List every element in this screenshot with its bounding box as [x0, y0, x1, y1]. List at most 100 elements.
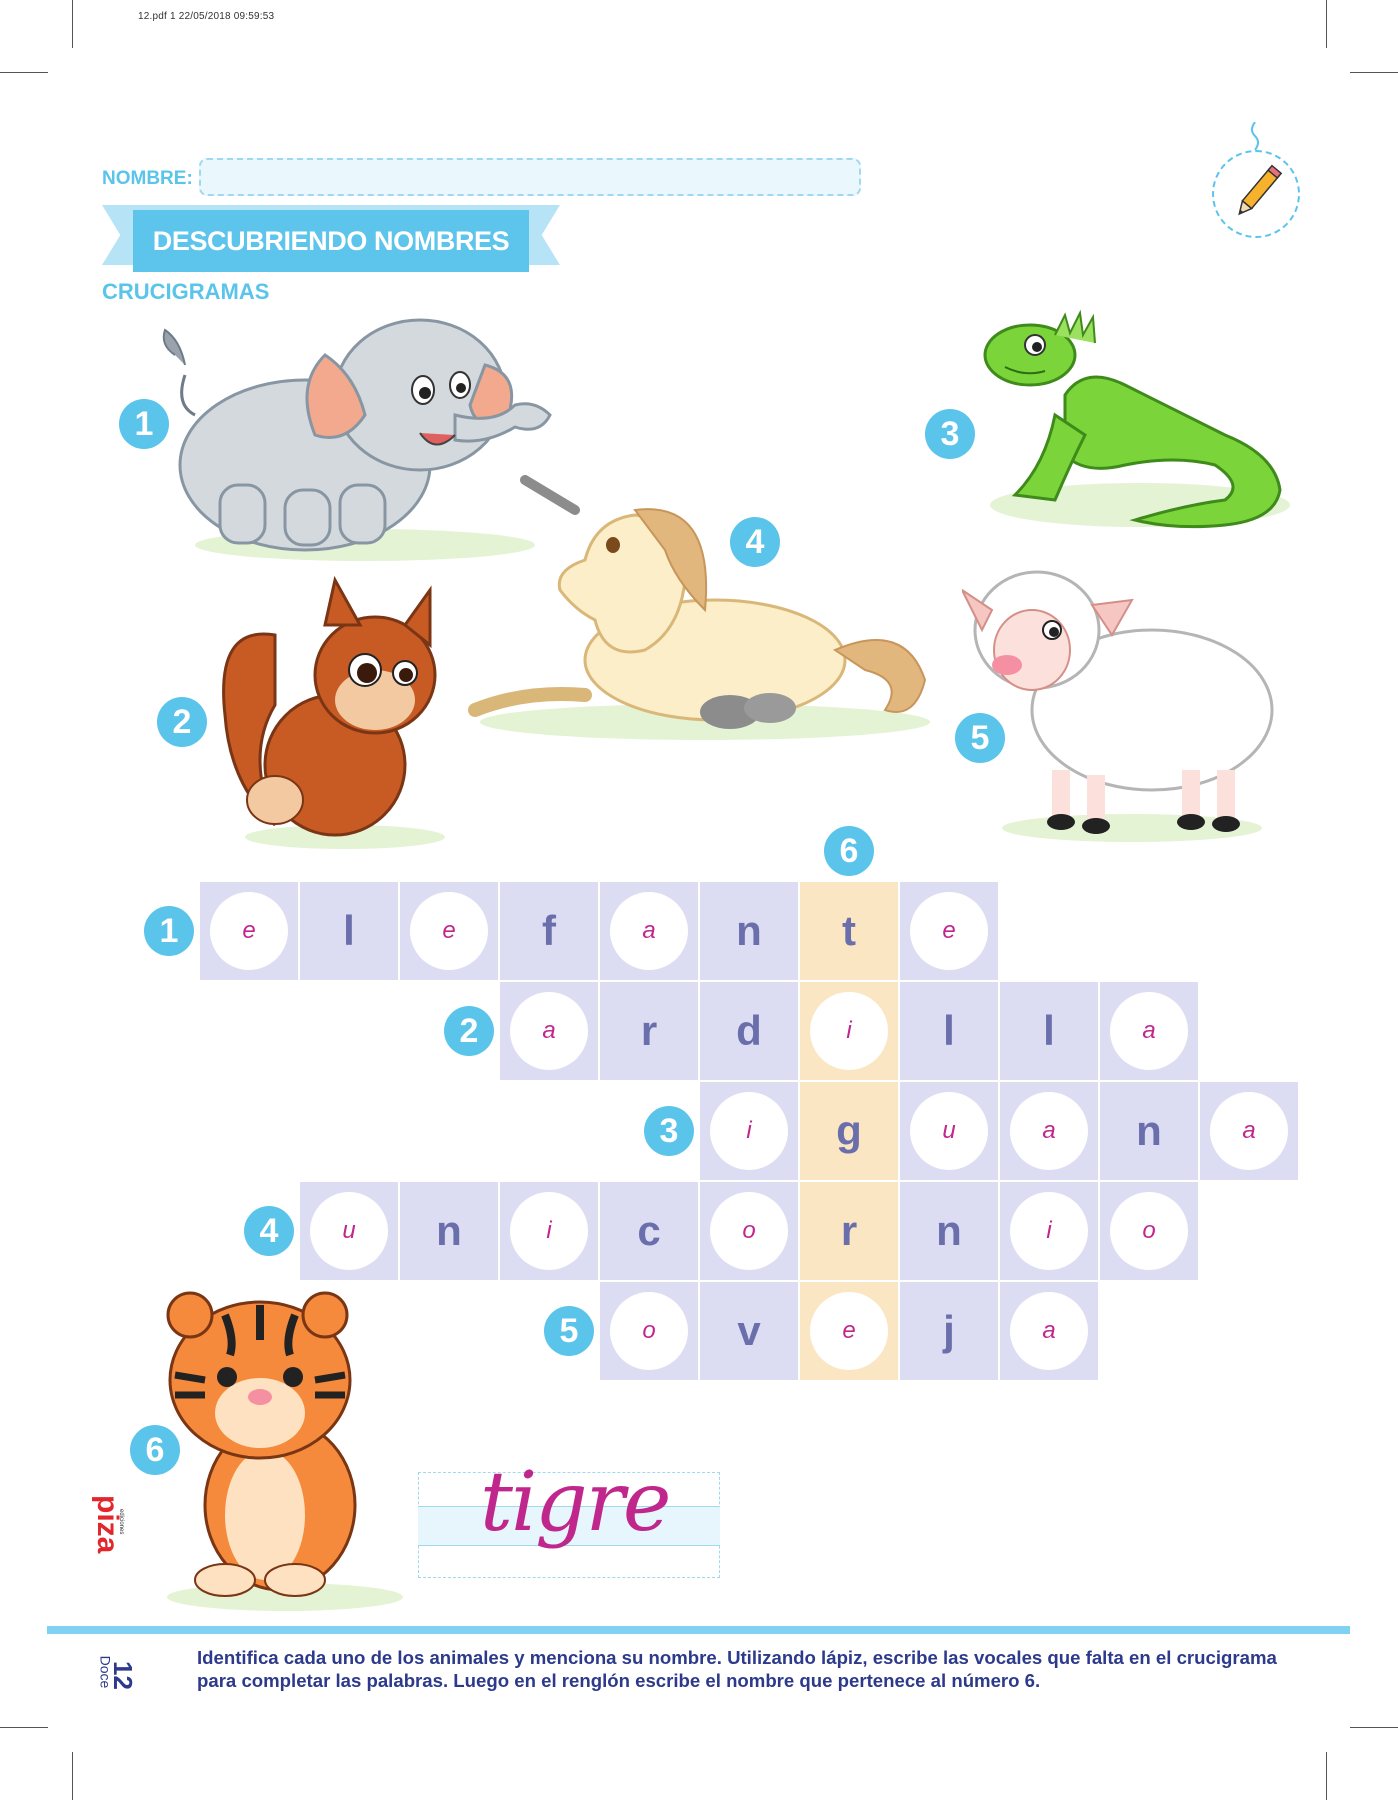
answer-text: tigre	[480, 1455, 671, 1550]
crossword-cell[interactable]: o	[1100, 1182, 1198, 1280]
animal-number-badge: 1	[119, 399, 169, 449]
crossword-letter: l	[1043, 1007, 1055, 1054]
crossword-cell[interactable]: a	[1100, 982, 1198, 1080]
crossword-vowel: a	[542, 1017, 556, 1044]
crossword-cell[interactable]: u	[900, 1082, 998, 1180]
crossword-cell[interactable]: e	[400, 882, 498, 980]
crossword-letter: n	[936, 1207, 962, 1254]
animal-number-badge: 3	[925, 409, 975, 459]
footer-divider	[47, 1626, 1350, 1634]
crossword-cell[interactable]: a	[500, 982, 598, 1080]
pencil-icon	[1238, 164, 1283, 216]
crossword-vowel: e	[842, 1317, 856, 1344]
crossword-cell[interactable]: i	[700, 1082, 798, 1180]
crossword-vowel: a	[642, 917, 656, 944]
crossword-cell[interactable]: e	[800, 1282, 898, 1380]
crossword-vowel: e	[942, 917, 956, 944]
crossword-cell: r	[800, 1182, 898, 1280]
crossword-letter: l	[343, 907, 355, 954]
crop-mark	[1350, 1727, 1398, 1728]
crossword-letter: n	[1136, 1107, 1162, 1154]
crossword-vowel: o	[642, 1317, 656, 1344]
crossword-vowel: a	[1242, 1117, 1256, 1144]
crossword-cell: l	[1000, 982, 1098, 1080]
crossword-vowel: u	[942, 1117, 956, 1144]
crossword-cell[interactable]: u	[300, 1182, 398, 1280]
crossword-cell[interactable]: a	[1000, 1282, 1098, 1380]
instructions-text: Identifica cada uno de los animales y me…	[197, 1647, 1277, 1691]
crossword-cell: v	[700, 1282, 798, 1380]
crossword-cell: j	[900, 1282, 998, 1380]
animal-number-badge: 6	[130, 1425, 180, 1475]
crossword-vowel: a	[1142, 1017, 1156, 1044]
pencil-string	[1251, 122, 1259, 151]
unicorn-illustration	[468, 475, 930, 740]
file-stamp: 12.pdf 1 22/05/2018 09:59:53	[138, 11, 275, 22]
crop-mark	[1350, 72, 1398, 73]
sheep-illustration	[962, 570, 1274, 842]
clue-number-badge: 5	[544, 1306, 594, 1356]
crossword-vowel: o	[1142, 1217, 1156, 1244]
crossword-vowel: i	[846, 1017, 852, 1044]
crossword-vowel: a	[1042, 1317, 1056, 1344]
crop-mark	[1326, 0, 1327, 48]
crossword-letter: n	[736, 907, 762, 954]
crossword-letter: d	[736, 1007, 762, 1054]
crossword-cell[interactable]: i	[500, 1182, 598, 1280]
crossword-cell[interactable]: a	[1200, 1082, 1298, 1180]
crossword-cell: r	[600, 982, 698, 1080]
page-title: DESCUBRIENDO NOMBRES	[152, 226, 510, 256]
name-field[interactable]	[199, 158, 861, 196]
crossword-letter: j	[943, 1307, 955, 1354]
squirrel-illustration	[222, 575, 445, 849]
iguana-illustration	[983, 309, 1290, 529]
crossword-cell[interactable]: o	[600, 1282, 698, 1380]
crossword-letter: g	[836, 1107, 862, 1154]
crop-mark	[0, 1727, 48, 1728]
crossword-letter: f	[542, 907, 556, 954]
crossword-cell: n	[400, 1182, 498, 1280]
crossword-cell: t	[800, 882, 898, 980]
crossword-vowel: e	[442, 917, 456, 944]
crossword-letter: t	[842, 907, 856, 954]
clue-number-badge: 4	[244, 1206, 294, 1256]
crossword-cell: f	[500, 882, 598, 980]
crossword-letter: r	[840, 1207, 858, 1254]
crossword-cell: l	[900, 982, 998, 1080]
crop-mark	[1326, 1752, 1327, 1800]
page-word: Doce	[97, 1655, 114, 1689]
crossword-vowel: e	[242, 917, 256, 944]
crossword-cell: d	[700, 982, 798, 1080]
clue-number-badge: 3	[644, 1106, 694, 1156]
crossword-vowel: i	[746, 1117, 752, 1144]
crossword-cell[interactable]: i	[800, 982, 898, 1080]
crossword-cell[interactable]: i	[1000, 1182, 1098, 1280]
crossword-letter: v	[737, 1307, 761, 1354]
crossword-cell: g	[800, 1082, 898, 1180]
animal-number-badge: 2	[157, 697, 207, 747]
pencil-badge	[1212, 150, 1300, 238]
name-label: NOMBRE:	[102, 168, 193, 189]
tiger-illustration	[166, 1291, 403, 1611]
crossword-vowel: i	[1046, 1217, 1052, 1244]
crossword-letter: n	[436, 1207, 462, 1254]
clue-number-badge: 1	[144, 906, 194, 956]
crossword-cell[interactable]: a	[600, 882, 698, 980]
publisher-logo: piza ediciones	[91, 1495, 124, 1554]
crossword-cell[interactable]: a	[1000, 1082, 1098, 1180]
crossword-cell[interactable]: o	[700, 1182, 798, 1280]
crossword-cell: n	[900, 1182, 998, 1280]
crop-mark	[0, 72, 48, 73]
publisher-logo-subtext: ediciones	[118, 1509, 124, 1534]
crossword-cell: l	[300, 882, 398, 980]
crossword-cell[interactable]: e	[900, 882, 998, 980]
crossword-letter: l	[943, 1007, 955, 1054]
crossword-cell: n	[700, 882, 798, 980]
crossword-cell[interactable]: e	[200, 882, 298, 980]
crossword-vowel: u	[342, 1217, 356, 1244]
crop-mark	[72, 0, 73, 48]
crossword-vowel: a	[1042, 1117, 1056, 1144]
crossword-vowel: i	[546, 1217, 552, 1244]
crop-mark	[72, 1752, 73, 1800]
crossword-cell: c	[600, 1182, 698, 1280]
